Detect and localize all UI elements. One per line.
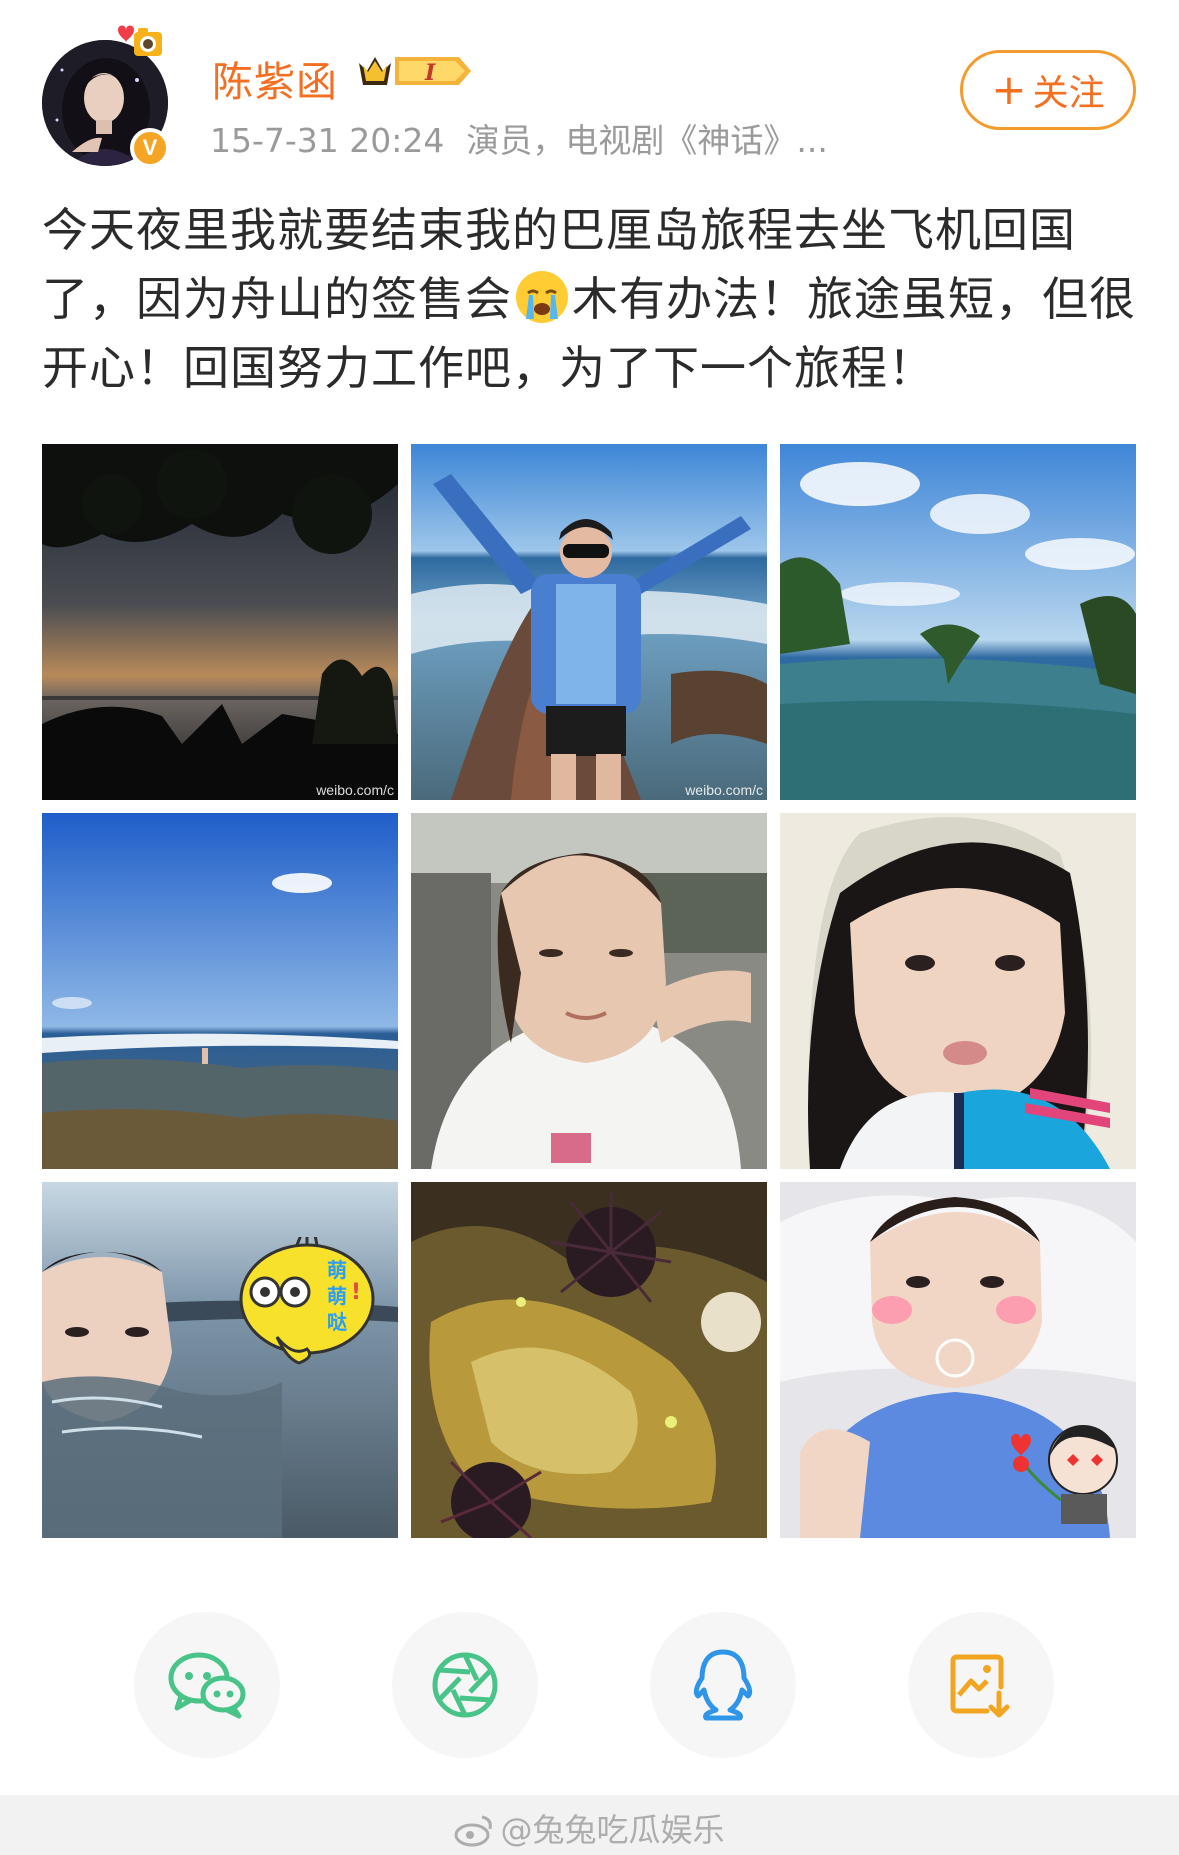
infinity-pool-image bbox=[780, 444, 1136, 800]
rocky-shore-image bbox=[42, 813, 398, 1169]
share-wechat-button[interactable] bbox=[134, 1612, 280, 1758]
qq-icon bbox=[693, 1649, 753, 1721]
photo-grid: weibo.com/c weibo.com/c 萌 萌 哒 ! bbox=[42, 444, 1137, 1539]
svg-text:!: ! bbox=[351, 1280, 361, 1305]
cartoon-sticker-icon: 萌 萌 哒 ! bbox=[239, 1237, 375, 1365]
dusk-sea-image bbox=[42, 444, 398, 800]
svg-text:萌: 萌 bbox=[327, 1284, 347, 1308]
follow-button[interactable]: + 关注 bbox=[960, 50, 1136, 130]
photo-1[interactable]: weibo.com/c bbox=[42, 444, 398, 800]
photo-9[interactable] bbox=[780, 1182, 1136, 1538]
post-text: 今天夜里我就要结束我的巴厘岛旅程去坐飞机回国了，因为舟山的签售会 木有办法！旅途… bbox=[42, 196, 1142, 403]
wechat-icon bbox=[168, 1652, 246, 1719]
share-bar bbox=[0, 1612, 1179, 1762]
post-source: 演员，电视剧《神话》... bbox=[466, 121, 828, 160]
share-qq-button[interactable] bbox=[650, 1612, 796, 1758]
photo-3[interactable] bbox=[780, 444, 1136, 800]
sea-urchins-image bbox=[411, 1182, 767, 1538]
crying-face-emoji-icon bbox=[516, 271, 568, 323]
photo-8[interactable] bbox=[411, 1182, 767, 1538]
plus-icon: + bbox=[991, 65, 1027, 114]
post-time: 15-7-31 20:24 bbox=[210, 121, 445, 160]
post-header: V 陈紫函 I 15-7-31 20:24 演员，电视剧《神话》... + 关注 bbox=[0, 0, 1179, 175]
follow-label: 关注 bbox=[1032, 73, 1105, 114]
verified-badge-icon: V bbox=[130, 128, 170, 168]
camera-heart-decoration-icon bbox=[118, 25, 162, 56]
footer-watermark-text: @兔兔吃瓜娱乐 bbox=[500, 1811, 725, 1849]
author-name[interactable]: 陈紫函 bbox=[212, 48, 338, 108]
photo-watermark: weibo.com/c bbox=[316, 782, 394, 798]
save-image-icon bbox=[950, 1654, 1010, 1718]
share-moments-button[interactable] bbox=[392, 1612, 538, 1758]
photo-2[interactable]: weibo.com/c bbox=[411, 444, 767, 800]
photo-7[interactable]: 萌 萌 哒 ! bbox=[42, 1182, 398, 1538]
woman-on-reef-image bbox=[411, 444, 767, 800]
boy-sticker-icon bbox=[1011, 1425, 1118, 1524]
photo-watermark: weibo.com/c bbox=[685, 782, 763, 798]
car-selfie-image bbox=[411, 813, 767, 1169]
save-image-button[interactable] bbox=[908, 1612, 1054, 1758]
photo-5[interactable] bbox=[411, 813, 767, 1169]
moments-icon bbox=[432, 1652, 498, 1718]
footer-watermark: @兔兔吃瓜娱乐 bbox=[0, 1805, 1179, 1851]
svg-text:哒: 哒 bbox=[327, 1310, 348, 1334]
post-meta: 15-7-31 20:24 演员，电视剧《神话》... bbox=[210, 114, 828, 162]
photo-4[interactable] bbox=[42, 813, 398, 1169]
member-level-badge-icon: I bbox=[359, 57, 471, 86]
weibo-logo-icon bbox=[454, 1815, 493, 1847]
sunhat-selfie-image bbox=[780, 813, 1136, 1169]
photo-6[interactable] bbox=[780, 813, 1136, 1169]
svg-text:I: I bbox=[424, 60, 436, 86]
sticker-text: 萌 bbox=[327, 1258, 347, 1282]
